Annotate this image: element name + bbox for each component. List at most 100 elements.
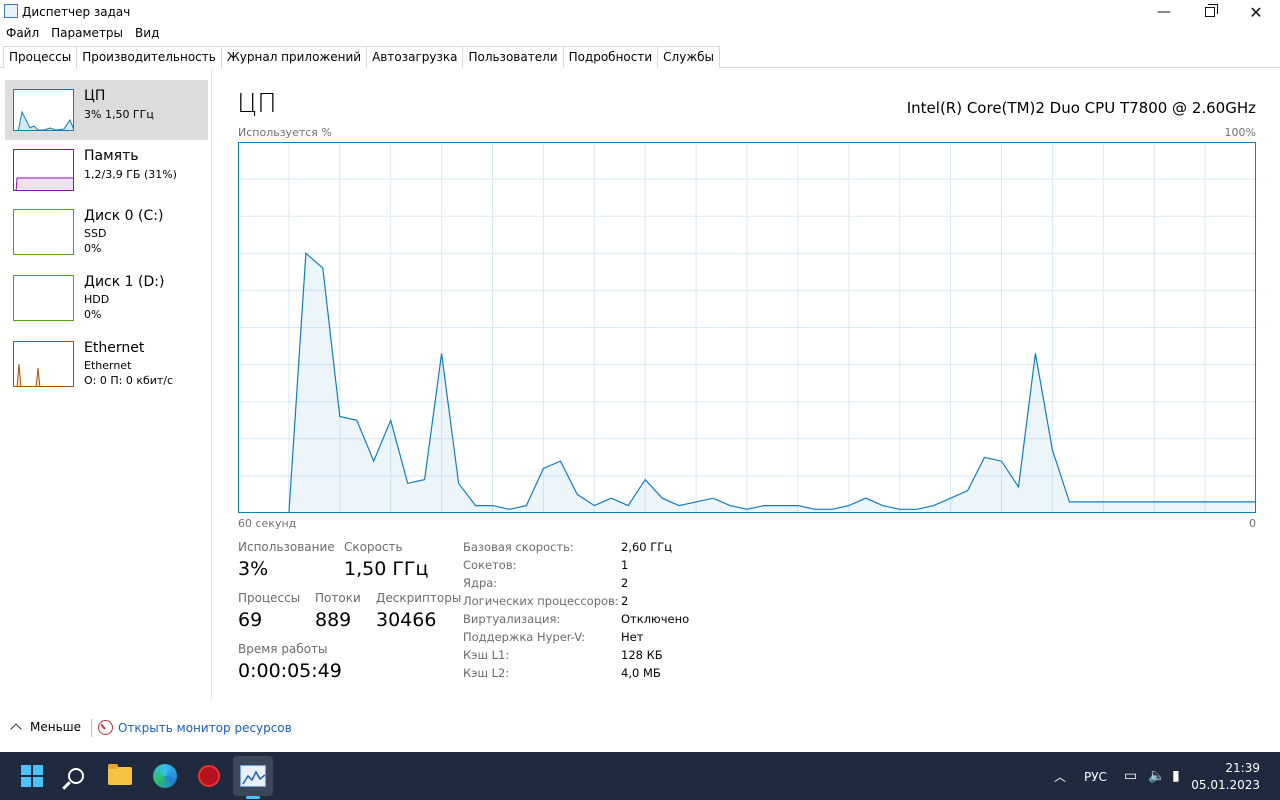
tab-startup[interactable]: Автозагрузка <box>366 46 464 68</box>
ethernet-thumbnail <box>13 341 74 387</box>
threads-value: 889 <box>315 609 352 631</box>
tab-app-history[interactable]: Журнал приложений <box>220 46 368 68</box>
window-title: Диспетчер задач <box>22 5 131 19</box>
cpu-thumbnail <box>13 89 74 131</box>
network-icon[interactable]: ▭ <box>1124 768 1137 784</box>
task-manager-app-icon <box>240 765 266 787</box>
footer-bar: Меньше Открыть монитор ресурсов <box>0 712 1280 742</box>
sidebar-memory-detail: 1,2/3,9 ГБ (31%) <box>84 168 177 181</box>
search-button[interactable] <box>62 762 90 790</box>
resource-monitor-label: Открыть монитор ресурсов <box>118 720 292 735</box>
title-bar: Диспетчер задач — ✕ <box>0 0 1280 24</box>
menu-file[interactable]: Файл <box>0 24 45 42</box>
sidebar-item-memory[interactable]: Память 1,2/3,9 ГБ (31%) <box>5 140 208 200</box>
graph-icon <box>242 770 266 785</box>
sidebar-item-disk1[interactable]: Диск 1 (D:) HDD 0% <box>5 266 208 326</box>
tab-services[interactable]: Службы <box>657 46 721 68</box>
sidebar-disk1-name: Диск 1 (D:) <box>84 274 165 290</box>
tab-users[interactable]: Пользователи <box>462 46 564 68</box>
search-icon <box>68 768 84 784</box>
cpu-usage-graph <box>238 142 1256 513</box>
info-row: Виртуализация: Отключено <box>463 612 690 626</box>
show-hidden-icons-chevron-icon[interactable]: ︿ <box>1054 768 1066 785</box>
sidebar-disk1-usage: 0% <box>84 308 102 321</box>
taskbar: ︿ РУС ▭ 🔈 ▮ 21:39 05.01.2023 <box>0 752 1280 800</box>
folder-icon <box>108 764 132 785</box>
fewer-details-button[interactable]: Меньше <box>10 720 81 735</box>
menu-view[interactable]: Вид <box>129 24 165 42</box>
open-resource-monitor-link[interactable]: Открыть монитор ресурсов <box>98 720 292 735</box>
sidebar-cpu-name: ЦП <box>84 88 106 104</box>
processes-stat: Процессы 69 <box>238 591 301 631</box>
red-app-icon <box>198 765 220 787</box>
info-row: Базовая скорость: 2,60 ГГц <box>463 540 673 554</box>
sidebar-disk0-name: Диск 0 (C:) <box>84 208 164 224</box>
minimize-button[interactable]: — <box>1141 0 1187 24</box>
tab-bar: Процессы Производительность Журнал прило… <box>0 42 1280 69</box>
disk0-thumbnail <box>13 209 74 255</box>
sidebar-memory-name: Память <box>84 148 139 164</box>
graph-y-label: Используется % <box>238 126 332 139</box>
sidebar-item-cpu[interactable]: ЦП 3% 1,50 ГГц <box>5 80 208 140</box>
chevron-up-icon <box>10 723 22 735</box>
tab-processes[interactable]: Процессы <box>3 46 78 68</box>
edge-browser-icon <box>153 764 177 788</box>
info-row: Кэш L2: 4,0 МБ <box>463 666 661 680</box>
battery-icon[interactable]: ▮ <box>1172 768 1180 784</box>
resource-monitor-icon <box>98 720 113 735</box>
menu-bar: Файл Параметры Вид <box>0 24 165 42</box>
maximize-button[interactable] <box>1187 0 1233 24</box>
uptime-value: 0:00:05:49 <box>238 660 342 682</box>
task-manager-icon <box>4 4 18 18</box>
clock-date[interactable]: 05.01.2023 <box>1191 778 1260 792</box>
disk1-thumbnail <box>13 275 74 321</box>
sidebar-ethernet-name: Ethernet <box>84 340 145 356</box>
cpu-panel: ЦП Intel(R) Core(TM)2 Duo CPU T7800 @ 2.… <box>213 69 1280 700</box>
sidebar-disk0-type: SSD <box>84 227 107 240</box>
info-row: Ядра: 2 <box>463 576 629 590</box>
graph-x-label: 60 секунд <box>238 517 297 530</box>
ethernet-mini-graph <box>16 363 41 386</box>
threads-stat: Потоки 889 <box>315 591 361 631</box>
sidebar-cpu-detail: 3% 1,50 ГГц <box>84 108 154 121</box>
cpu-mini-graph <box>17 110 73 130</box>
tab-performance[interactable]: Производительность <box>76 46 222 69</box>
app-red-button[interactable] <box>195 762 223 790</box>
usage-value: 3% <box>238 558 269 580</box>
task-manager-taskbar-button[interactable] <box>239 762 267 790</box>
memory-thumbnail <box>13 149 74 191</box>
sidebar-ethernet-adapter: Ethernet <box>84 359 132 372</box>
page-title: ЦП <box>237 89 277 119</box>
edge-button[interactable] <box>151 762 179 790</box>
sidebar-disk0-usage: 0% <box>84 242 102 255</box>
windows-logo-icon <box>21 765 43 787</box>
processes-value: 69 <box>238 609 263 631</box>
sidebar-disk1-type: HDD <box>84 293 110 306</box>
start-button[interactable] <box>18 762 46 790</box>
handles-value: 30466 <box>376 609 437 631</box>
speed-value: 1,50 ГГц <box>344 558 429 580</box>
volume-icon[interactable]: 🔈 <box>1148 768 1165 784</box>
active-app-indicator <box>246 796 260 799</box>
close-button[interactable]: ✕ <box>1233 0 1279 24</box>
speed-stat: Скорость 1,50 ГГц <box>344 540 429 580</box>
uptime-stat: Время работы 0:00:05:49 <box>238 642 342 682</box>
restore-icon <box>1205 4 1218 17</box>
graph-max-label: 100% <box>1224 126 1256 139</box>
performance-sidebar: ЦП 3% 1,50 ГГц Память 1,2/3,9 ГБ (31%) Д… <box>0 69 212 700</box>
handles-stat: Дескрипторы 30466 <box>376 591 462 631</box>
cpu-info-table: Базовая скорость: 2,60 ГГц Сокетов: 1 Ядра… <box>463 540 763 684</box>
file-explorer-button[interactable] <box>106 762 134 790</box>
usage-stat: Использование 3% <box>238 540 335 580</box>
footer-separator <box>91 719 92 737</box>
cpu-model: Intel(R) Core(TM)2 Duo CPU T7800 @ 2.60G… <box>906 99 1256 117</box>
tab-details[interactable]: Подробности <box>562 46 659 68</box>
menu-options[interactable]: Параметры <box>45 24 129 42</box>
memory-mini-graph <box>15 177 73 190</box>
sidebar-item-disk0[interactable]: Диск 0 (C:) SSD 0% <box>5 200 208 260</box>
graph-min-label: 0 <box>1249 517 1256 530</box>
sidebar-ethernet-throughput: О: 0 П: 0 кбит/с <box>84 374 174 387</box>
input-language[interactable]: РУС <box>1084 770 1107 784</box>
sidebar-item-ethernet[interactable]: Ethernet Ethernet О: 0 П: 0 кбит/с <box>5 332 208 392</box>
clock-time[interactable]: 21:39 <box>1225 761 1260 775</box>
